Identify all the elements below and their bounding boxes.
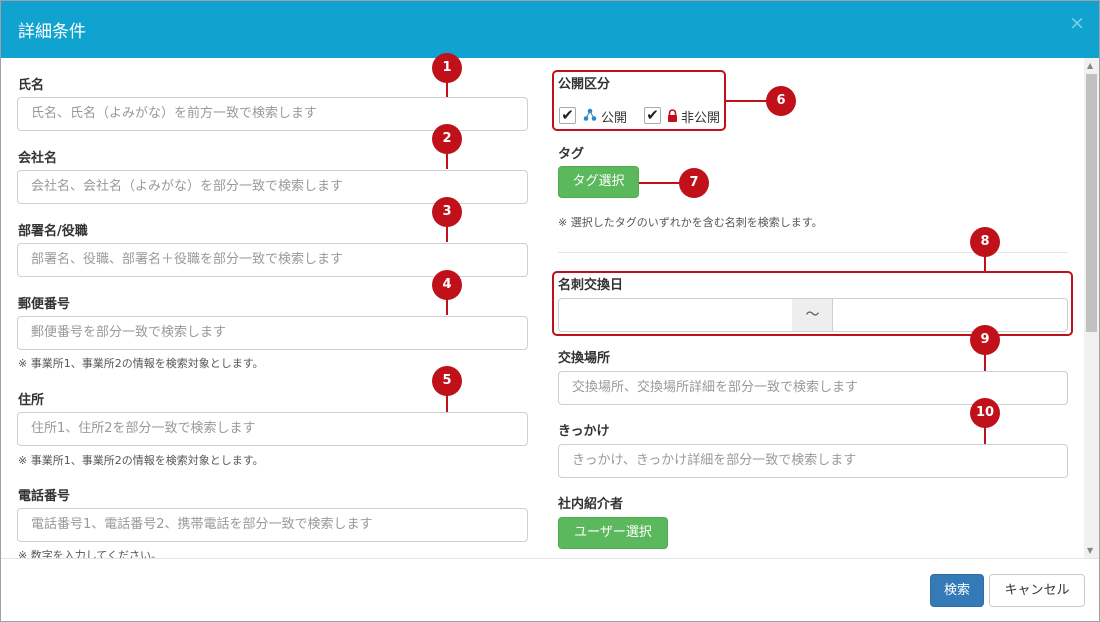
annotation-marker-1: 1	[432, 53, 462, 83]
company-label: 会社名	[18, 151, 58, 166]
marker-stem	[446, 152, 448, 169]
address-label: 住所	[18, 393, 45, 408]
tag-note: ※ 選択したタグのいずれかを含む名刺を検索します。	[558, 216, 823, 229]
annotation-box-exchange-date	[552, 271, 1073, 336]
marker-stem	[984, 255, 986, 272]
marker-stem	[446, 394, 448, 412]
postal-input[interactable]: 郵便番号を部分一致で検索します	[17, 316, 528, 350]
address-input[interactable]: 住所1、住所2を部分一致で検索します	[17, 412, 528, 446]
search-conditions-modal: 詳細条件 × 氏名 氏名、氏名（よみがな）を前方一致で検索します 会社名 会社名…	[0, 0, 1100, 622]
annotation-marker-10: 10	[970, 398, 1000, 428]
modal-scrollbar[interactable]: ▲ ▼	[1084, 58, 1099, 558]
search-button[interactable]: 検索	[930, 574, 984, 607]
modal-footer: 検索 キャンセル	[1, 558, 1099, 621]
marker-stem	[446, 298, 448, 315]
annotation-marker-9: 9	[970, 325, 1000, 355]
close-icon[interactable]: ×	[1069, 14, 1085, 33]
phone-note: ※ 数字を入力してください。	[18, 549, 163, 558]
department-label: 部署名/役職	[18, 224, 88, 239]
tag-select-button[interactable]: タグ選択	[558, 166, 639, 198]
marker-stem	[446, 225, 448, 242]
scroll-down-icon[interactable]: ▼	[1087, 546, 1093, 555]
phone-input[interactable]: 電話番号1、電話番号2、携帯電話を部分一致で検索します	[17, 508, 528, 542]
marker-stem	[446, 81, 448, 97]
trigger-input[interactable]: きっかけ、きっかけ詳細を部分一致で検索します	[558, 444, 1068, 478]
annotation-marker-5: 5	[432, 366, 462, 396]
trigger-label: きっかけ	[558, 424, 610, 439]
annotation-box-visibility	[552, 70, 726, 131]
scroll-thumb[interactable]	[1086, 74, 1097, 332]
introducer-label: 社内紹介者	[558, 497, 624, 512]
annotation-marker-7: 7	[679, 168, 709, 198]
modal-body: 氏名 氏名、氏名（よみがな）を前方一致で検索します 会社名 会社名、会社名（よみ…	[1, 58, 1099, 558]
cancel-button[interactable]: キャンセル	[989, 574, 1085, 607]
marker-connector	[726, 100, 768, 102]
scroll-up-icon[interactable]: ▲	[1087, 61, 1093, 70]
exchange-place-label: 交換場所	[558, 351, 611, 366]
annotation-marker-8: 8	[970, 227, 1000, 257]
annotation-marker-3: 3	[432, 197, 462, 227]
address-note: ※ 事業所1、事業所2の情報を検索対象とします。	[18, 454, 264, 467]
postal-note: ※ 事業所1、事業所2の情報を検索対象とします。	[18, 357, 264, 370]
phone-label: 電話番号	[18, 489, 71, 504]
modal-header: 詳細条件 ×	[1, 1, 1099, 58]
annotation-marker-2: 2	[432, 124, 462, 154]
tag-label: タグ	[558, 147, 585, 162]
annotation-marker-6: 6	[766, 86, 796, 116]
marker-stem	[984, 426, 986, 444]
user-select-button[interactable]: ユーザー選択	[558, 517, 668, 549]
annotation-marker-4: 4	[432, 270, 462, 300]
marker-connector	[639, 182, 681, 184]
marker-stem	[984, 353, 986, 371]
modal-title: 詳細条件	[18, 22, 86, 42]
postal-label: 郵便番号	[18, 297, 71, 312]
name-label: 氏名	[18, 78, 45, 93]
